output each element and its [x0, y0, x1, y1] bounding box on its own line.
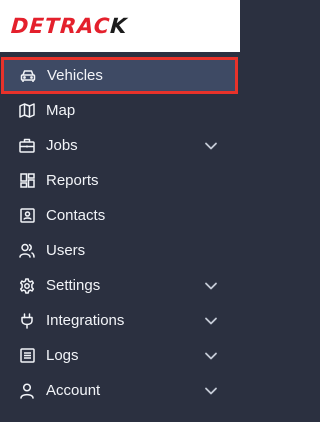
sidebar-item-integrations[interactable]: Integrations [0, 303, 240, 338]
users-icon [19, 243, 35, 259]
logo-text-k: K [109, 14, 129, 38]
sidebar-item-settings[interactable]: Settings [0, 268, 240, 303]
contact-card-icon [19, 208, 35, 224]
sidebar-item-label: Settings [46, 277, 101, 294]
briefcase-icon [19, 138, 35, 154]
dashboard-icon [19, 173, 35, 189]
sidebar-item-account[interactable]: Account [0, 373, 240, 408]
car-icon [20, 68, 36, 84]
sidebar-item-label: Users [46, 242, 86, 259]
sidebar-item-jobs[interactable]: Jobs [0, 128, 240, 163]
sidebar-item-label: Reports [46, 172, 99, 189]
sidebar-item-label: Map [46, 102, 76, 119]
sidebar-item-label: Integrations [46, 312, 125, 329]
chevron-down-icon[interactable] [204, 349, 218, 363]
sidebar-item-vehicles[interactable]: Vehicles [1, 57, 238, 94]
sidebar-nav: Vehicles Map Jobs Reports Contacts Users… [0, 52, 240, 422]
chevron-down-icon[interactable] [204, 384, 218, 398]
sidebar-item-users[interactable]: Users [0, 233, 240, 268]
logo-bar: DETRACK [0, 0, 240, 52]
plug-icon [19, 312, 35, 329]
logo-text-main: DETRAC [10, 14, 112, 38]
chevron-down-icon[interactable] [204, 279, 218, 293]
map-icon [19, 103, 35, 119]
sidebar-item-label: Jobs [46, 137, 78, 154]
sidebar-item-label: Contacts [46, 207, 106, 224]
sidebar-item-label: Account [46, 382, 101, 399]
chevron-down-icon[interactable] [204, 314, 218, 328]
chevron-down-icon[interactable] [204, 139, 218, 153]
log-list-icon [19, 348, 35, 364]
detrack-logo[interactable]: DETRACK [10, 14, 128, 38]
sidebar-item-reports[interactable]: Reports [0, 163, 240, 198]
user-icon [19, 382, 35, 399]
sidebar-item-logs[interactable]: Logs [0, 338, 240, 373]
sidebar-item-label: Vehicles [47, 67, 103, 84]
sidebar-item-map[interactable]: Map [0, 93, 240, 128]
gear-icon [19, 277, 35, 294]
sidebar-item-label: Logs [46, 347, 79, 364]
sidebar-item-contacts[interactable]: Contacts [0, 198, 240, 233]
